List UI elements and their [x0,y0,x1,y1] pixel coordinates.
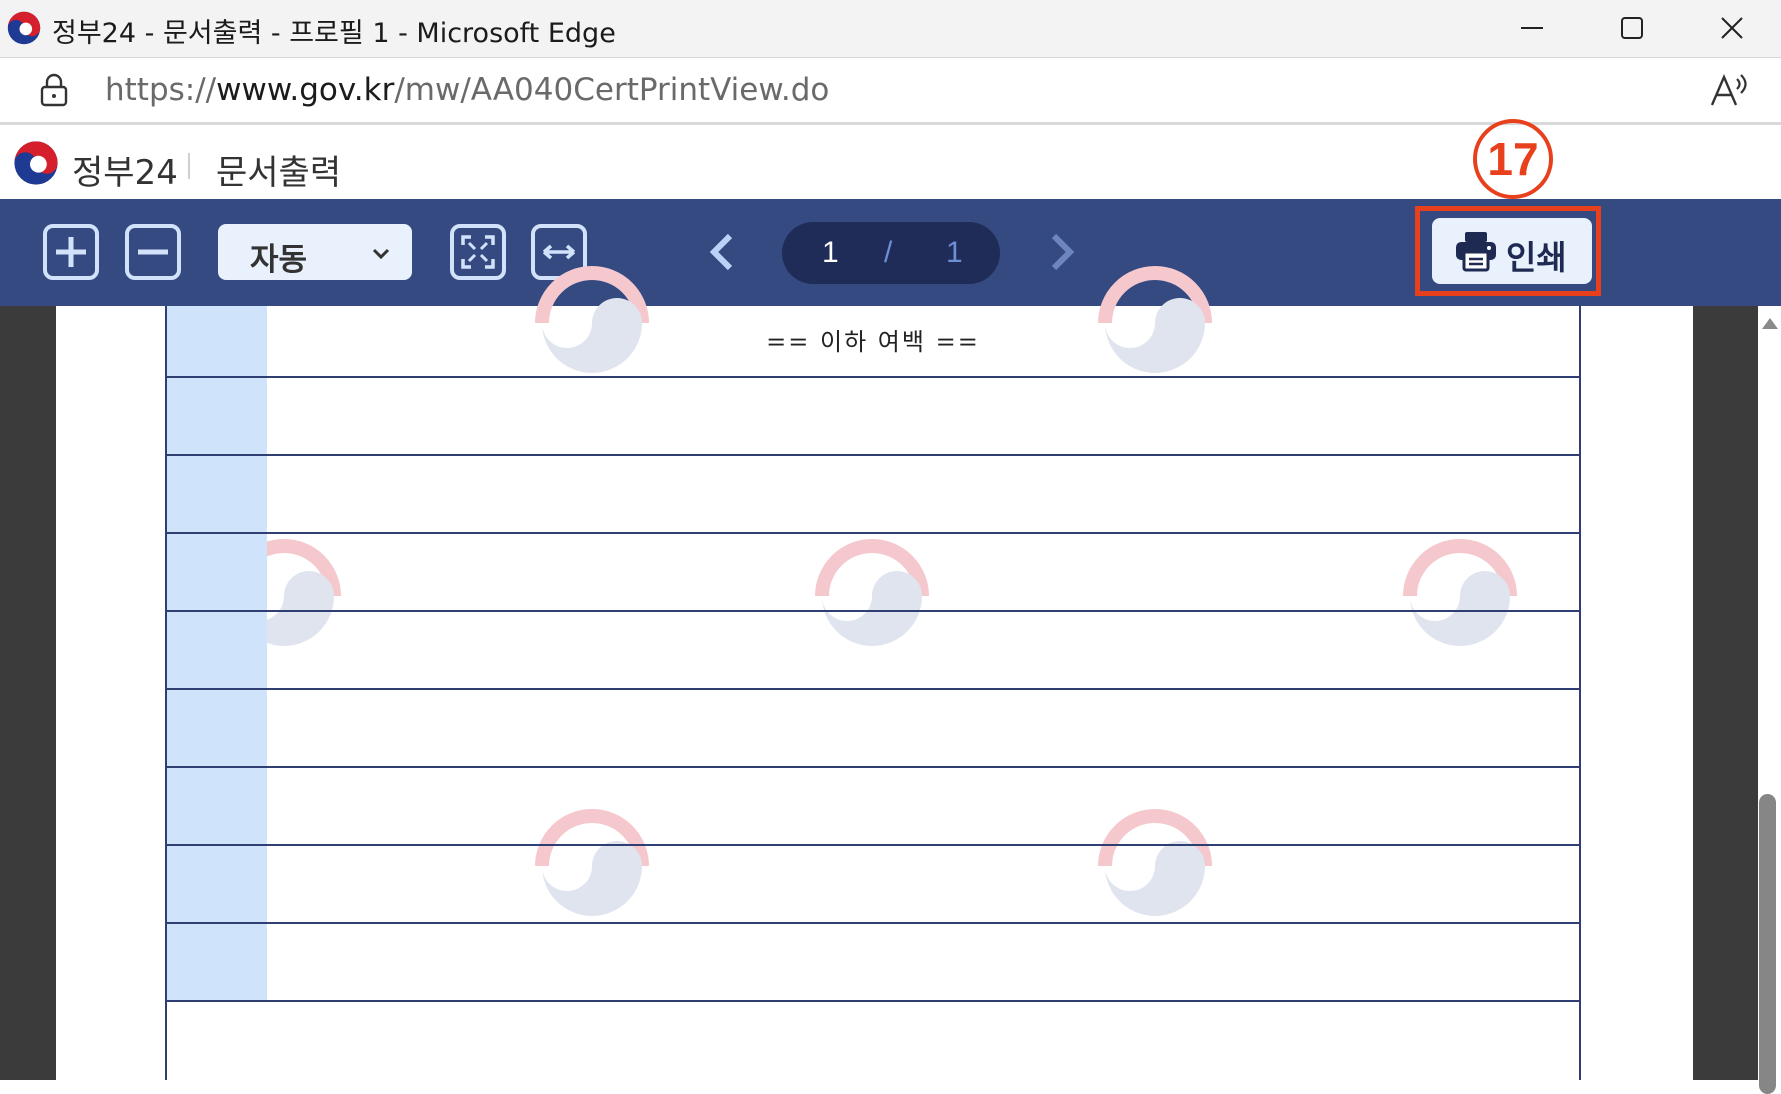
close-icon [1721,16,1743,39]
window-title-bar: 정부24 - 문서출력 - 프로필 1 - Microsoft Edge [0,0,1781,58]
page-separator: / [884,236,893,269]
print-button[interactable]: 인쇄 [1432,218,1592,284]
maximize-icon [1621,16,1643,39]
document-table: == 이하 여백 == [165,306,1581,1080]
step-number-badge: 17 [1473,119,1553,199]
gov24-logo-icon [14,141,58,185]
current-page-input[interactable]: 1 [822,236,839,270]
table-row-line [167,376,1579,378]
read-aloud-icon[interactable] [1709,71,1749,109]
scrollbar-thumb[interactable] [1759,794,1776,1094]
table-label-column [167,306,267,1002]
header-divider [188,153,190,179]
table-row-line [167,532,1579,534]
chevron-left-icon[interactable] [700,230,744,274]
step-number: 17 [1473,119,1553,199]
maximize-button[interactable] [1582,0,1682,55]
chevron-right-icon[interactable] [1040,230,1084,274]
zoom-out-icon[interactable] [124,223,182,281]
url-prefix: https:// [105,72,217,108]
lock-icon[interactable] [38,73,70,107]
table-row-line [167,688,1579,690]
page-title: 문서출력 [216,153,342,193]
document-page: == 이하 여백 == [56,266,1693,1080]
zoom-select[interactable]: 자동 [218,224,412,280]
table-row-line [167,922,1579,924]
table-row-line [167,610,1579,612]
page-indicator: 1 / 1 [782,222,1000,284]
url-path: /mw/AA040CertPrintView.do [394,72,830,108]
table-row-line [167,766,1579,768]
chevron-down-icon [372,248,390,260]
minimize-icon [1521,26,1543,29]
address-bar[interactable]: https://www.gov.kr/mw/AA040CertPrintView… [0,58,1781,125]
site-name: 정부24 [72,153,178,193]
table-row-line [167,454,1579,456]
url-field[interactable]: https://www.gov.kr/mw/AA040CertPrintView… [105,72,829,108]
url-host: www.gov.kr [216,72,395,108]
blank-below-note: == 이하 여백 == [766,328,980,356]
printer-icon [1456,232,1496,272]
close-button[interactable] [1682,0,1781,55]
window-title: 정부24 - 문서출력 - 프로필 1 - Microsoft Edge [52,18,616,49]
gov24-logo-icon [7,11,41,45]
scroll-up-arrow-icon[interactable] [1761,316,1779,330]
print-label: 인쇄 [1506,238,1567,277]
fit-page-icon[interactable] [449,223,507,281]
table-row-line [167,844,1579,846]
table-row-line [167,1000,1579,1002]
zoom-in-icon[interactable] [42,223,100,281]
zoom-value: 자동 [250,242,308,278]
total-pages: 1 [946,236,963,269]
minimize-button[interactable] [1482,0,1582,55]
document-viewer[interactable]: == 이하 여백 == [0,266,1781,1080]
